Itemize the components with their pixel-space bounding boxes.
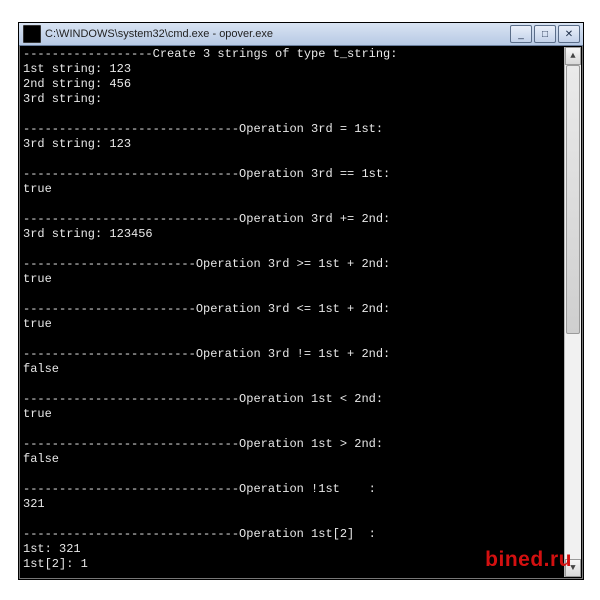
cmd-sysmenu-icon[interactable] xyxy=(23,25,41,43)
scroll-down-button[interactable]: ▼ xyxy=(565,559,581,577)
vertical-scrollbar[interactable]: ▲ ▼ xyxy=(564,47,581,577)
minimize-button[interactable]: _ xyxy=(510,25,532,43)
window-title: C:\WINDOWS\system32\cmd.exe - opover.exe xyxy=(45,28,510,40)
minimize-icon: _ xyxy=(518,29,524,40)
scroll-up-button[interactable]: ▲ xyxy=(565,47,581,65)
console-client-area[interactable]: ------------------Create 3 strings of ty… xyxy=(21,47,565,577)
console-window: C:\WINDOWS\system32\cmd.exe - opover.exe… xyxy=(18,22,584,580)
stage: C:\WINDOWS\system32\cmd.exe - opover.exe… xyxy=(0,0,600,600)
close-button[interactable]: ✕ xyxy=(558,25,580,43)
console-output: ------------------Create 3 strings of ty… xyxy=(23,47,563,577)
scroll-track[interactable] xyxy=(565,65,581,559)
maximize-icon: □ xyxy=(542,29,548,40)
close-icon: ✕ xyxy=(565,29,573,40)
window-buttons: _ □ ✕ xyxy=(510,25,580,43)
maximize-button[interactable]: □ xyxy=(534,25,556,43)
scroll-thumb[interactable] xyxy=(566,65,580,334)
chevron-up-icon: ▲ xyxy=(570,51,575,61)
titlebar[interactable]: C:\WINDOWS\system32\cmd.exe - opover.exe… xyxy=(19,23,583,46)
chevron-down-icon: ▼ xyxy=(570,563,575,573)
